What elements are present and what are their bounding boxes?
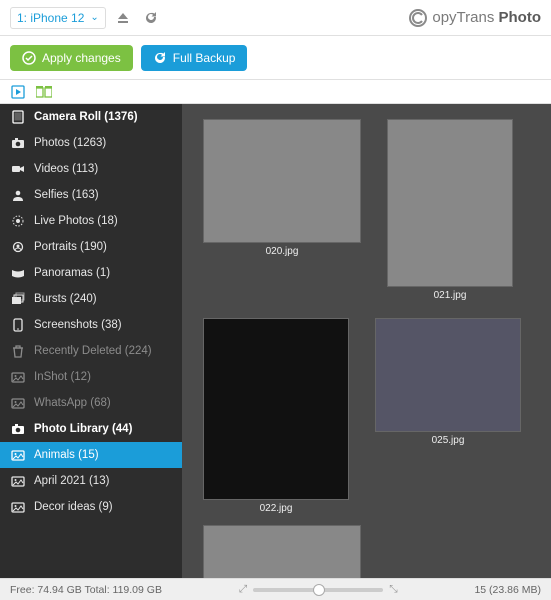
thumbnail-caption: 025.jpg — [432, 435, 465, 446]
chevron-down-icon: ⌄ — [90, 12, 98, 23]
main-area: Camera Roll (1376) Photos (1263) Videos (1… — [0, 104, 551, 578]
portrait-icon — [10, 239, 26, 255]
pano-icon — [10, 265, 26, 281]
sidebar-item-april-2021[interactable]: April 2021 (13) — [0, 468, 182, 494]
thumbnail-caption: 022.jpg — [260, 503, 293, 514]
full-backup-button[interactable]: Full Backup — [141, 45, 248, 71]
apply-changes-button[interactable]: Apply changes — [10, 45, 133, 71]
thumbnail-image — [204, 120, 360, 242]
backup-icon — [153, 51, 167, 65]
thumbnail-image — [376, 319, 520, 431]
sidebar-item-selfies[interactable]: Selfies (163) — [0, 182, 182, 208]
thumbnail-grid: 020.jpg 021.jpg 022.jpg 025.jpg — [182, 104, 551, 578]
album-icon — [10, 473, 26, 489]
sidebar-item-label: Screenshots (38) — [34, 319, 122, 331]
sidebar-item-label: WhatsApp (68) — [34, 397, 111, 409]
sidebar-item-label: Live Photos (18) — [34, 215, 118, 227]
album-icon — [10, 395, 26, 411]
sidebar-item-recently-deleted[interactable]: Recently Deleted (224) — [0, 338, 182, 364]
sidebar-item-label: Photo Library (44) — [34, 423, 132, 435]
toolbar-top: 1: iPhone 12 ⌄ opyTrans Photo — [0, 0, 551, 36]
screen-icon — [10, 317, 26, 333]
sidebar-item-inshot[interactable]: InShot (12) — [0, 364, 182, 390]
thumbnail-panel: 020.jpg 021.jpg 022.jpg 025.jpg — [182, 104, 551, 578]
selfie-icon — [10, 187, 26, 203]
sidebar-item-label: Recently Deleted (224) — [34, 345, 152, 357]
brand-mark-icon — [408, 8, 428, 28]
zoom-knob[interactable] — [313, 584, 325, 596]
refresh-button[interactable] — [140, 7, 162, 29]
sidebar-item-screenshots[interactable]: Screenshots (38) — [0, 312, 182, 338]
view-mode-row — [0, 80, 551, 104]
album-icon — [10, 499, 26, 515]
expand-right-icon[interactable]: ⤡ — [389, 583, 397, 596]
device-controls: 1: iPhone 12 ⌄ — [10, 7, 162, 29]
brand-text-1: opyTrans — [432, 9, 494, 26]
sidebar-item-live-photos[interactable]: Live Photos (18) — [0, 208, 182, 234]
thumbnail[interactable]: 020.jpg — [204, 120, 360, 257]
sidebar-item-label: Portraits (190) — [34, 241, 107, 253]
storage-status: Free: 74.94 GB Total: 119.09 GB — [10, 584, 162, 596]
sidebar-item-whatsapp[interactable]: WhatsApp (68) — [0, 390, 182, 416]
video-icon — [10, 161, 26, 177]
device-label: 1: iPhone 12 — [17, 11, 84, 25]
device-selector[interactable]: 1: iPhone 12 ⌄ — [10, 7, 106, 29]
sidebar-item-label: Photos (1263) — [34, 137, 106, 149]
app-root: 1: iPhone 12 ⌄ opyTrans Photo Apply chan… — [0, 0, 551, 600]
zoom-slider[interactable] — [253, 588, 383, 592]
sidebar: Camera Roll (1376) Photos (1263) Videos (1… — [0, 104, 182, 578]
sidebar-item-decor-ideas[interactable]: Decor ideas (9) — [0, 494, 182, 520]
selection-status: 15 (23.86 MB) — [474, 584, 541, 596]
sidebar-item-portraits[interactable]: Portraits (190) — [0, 234, 182, 260]
album-icon — [10, 447, 26, 463]
thumbnail-caption: 020.jpg — [266, 246, 299, 257]
check-icon — [22, 51, 36, 65]
device-icon — [10, 109, 26, 125]
camera-icon — [10, 135, 26, 151]
sidebar-item-label: InShot (12) — [34, 371, 91, 383]
sidebar-item-panoramas[interactable]: Panoramas (1) — [0, 260, 182, 286]
expand-left-icon[interactable]: ⤢ — [239, 583, 247, 596]
sidebar-item-camera-roll[interactable]: Camera Roll (1376) — [0, 104, 182, 130]
sidebar-item-label: Selfies (163) — [34, 189, 99, 201]
burst-icon — [10, 291, 26, 307]
camera-icon — [10, 421, 26, 437]
toolbar-actions: Apply changes Full Backup — [0, 36, 551, 80]
status-bar: Free: 74.94 GB Total: 119.09 GB ⤢ ⤡ 15 (… — [0, 578, 551, 600]
sidebar-item-photos[interactable]: Photos (1263) — [0, 130, 182, 156]
sidebar-item-photo-library[interactable]: Photo Library (44) — [0, 416, 182, 442]
sidebar-item-label: Decor ideas (9) — [34, 501, 113, 513]
sidebar-item-label: Videos (113) — [34, 163, 98, 175]
sidebar-item-label: Bursts (240) — [34, 293, 97, 305]
album-icon — [10, 369, 26, 385]
sidebar-item-bursts[interactable]: Bursts (240) — [0, 286, 182, 312]
eject-button[interactable] — [112, 7, 134, 29]
thumbnail-caption: 021.jpg — [434, 290, 467, 301]
album-mode-button[interactable] — [36, 84, 52, 100]
thumbnail[interactable]: 021.jpg — [388, 120, 512, 301]
sidebar-item-label: April 2021 (13) — [34, 475, 109, 487]
backup-label: Full Backup — [173, 51, 236, 65]
sidebar-item-label: Panoramas (1) — [34, 267, 110, 279]
thumbnail[interactable]: 025.jpg — [376, 319, 520, 446]
thumbnail[interactable]: 022.jpg — [204, 319, 348, 514]
play-mode-button[interactable] — [10, 84, 26, 100]
live-icon — [10, 213, 26, 229]
apply-label: Apply changes — [42, 51, 121, 65]
sidebar-item-label: Camera Roll (1376) — [34, 111, 138, 123]
brand-text-2: Photo — [494, 9, 541, 26]
sidebar-item-videos[interactable]: Videos (113) — [0, 156, 182, 182]
thumbnail-image — [204, 526, 360, 578]
zoom-slider-wrap: ⤢ ⤡ — [162, 583, 475, 596]
thumbnail-image — [204, 319, 348, 499]
trash-icon — [10, 343, 26, 359]
brand-logo: opyTrans Photo — [408, 8, 541, 28]
thumbnail[interactable] — [204, 532, 360, 578]
sidebar-item-animals[interactable]: Animals (15) — [0, 442, 182, 468]
thumbnail-image — [388, 120, 512, 286]
sidebar-item-label: Animals (15) — [34, 449, 99, 461]
